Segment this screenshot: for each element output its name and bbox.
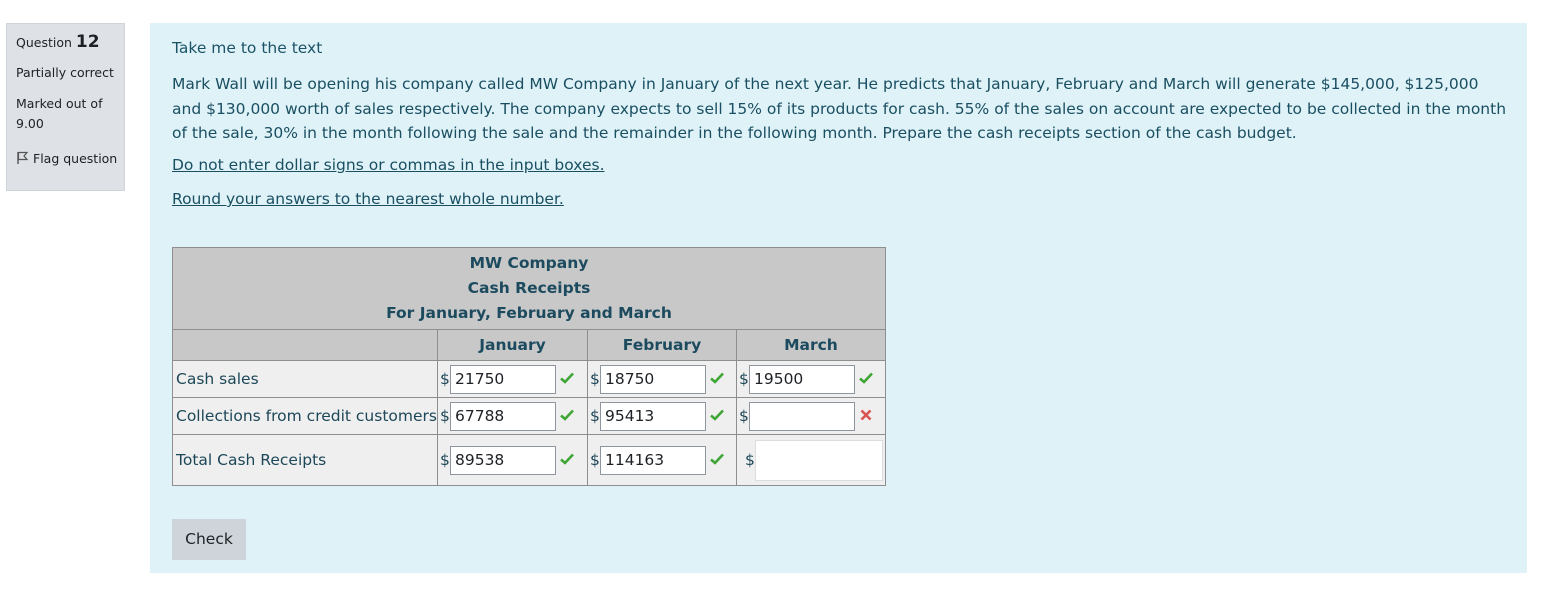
instruction-no-dollar-signs: Do not enter dollar signs or commas in t…: [172, 156, 605, 174]
correct-check-icon: [706, 451, 728, 469]
correct-check-icon: [706, 370, 728, 388]
cell-jan-collections: $67788: [436, 397, 588, 435]
row-label: Cash sales: [172, 360, 438, 398]
currency-symbol: $: [589, 370, 600, 388]
question-grade: Marked out of 9.00: [16, 96, 103, 131]
row-label: Total Cash Receipts: [172, 434, 438, 486]
question-label: Question: [16, 35, 72, 50]
correct-check-icon: [855, 370, 877, 388]
question-state: Partially correct: [16, 65, 114, 80]
column-header-march: March: [735, 329, 886, 361]
cell-jan-cash-sales: $21750: [436, 360, 588, 398]
currency-symbol: $: [738, 407, 749, 425]
mar-cash-sales-input[interactable]: 19500: [748, 364, 855, 394]
table-row-cash-sales: Cash sales $21750 $18750 $19500: [172, 360, 886, 398]
check-button[interactable]: Check: [172, 519, 246, 560]
flag-question-label: Flag question: [33, 151, 118, 166]
currency-symbol: $: [589, 451, 600, 469]
jan-cash-sales-input[interactable]: 21750: [449, 364, 556, 394]
table-header: MW Company Cash Receipts For January, Fe…: [172, 247, 886, 330]
table-title-company: MW Company: [469, 254, 589, 272]
cell-mar-total: $: [735, 434, 886, 486]
currency-symbol: $: [439, 451, 450, 469]
table-row-total: Total Cash Receipts $89538 $114163 $: [172, 434, 886, 486]
jan-collections-input[interactable]: 67788: [449, 401, 556, 431]
question-number: Question 12: [16, 32, 124, 52]
row-label: Collections from credit customers: [172, 397, 438, 435]
currency-symbol: $: [738, 370, 749, 388]
table-title-period: For January, February and March: [386, 304, 672, 322]
mar-total-input[interactable]: [754, 439, 883, 481]
cell-mar-cash-sales: $19500: [735, 360, 886, 398]
question-info-panel: Question 12 Partially correct Marked out…: [6, 23, 125, 191]
currency-symbol: $: [439, 370, 450, 388]
cash-receipts-table: MW Company Cash Receipts For January, Fe…: [172, 247, 886, 486]
take-me-to-text-link[interactable]: Take me to the text: [172, 39, 322, 57]
column-header-january: January: [436, 329, 588, 361]
question-number-value: 12: [75, 32, 100, 52]
instruction-round: Round your answers to the nearest whole …: [172, 190, 564, 208]
table-title-report: Cash Receipts: [467, 279, 591, 297]
header-blank: [172, 329, 438, 361]
cell-feb-collections: $95413: [586, 397, 737, 435]
question-text: Mark Wall will be opening his company ca…: [172, 75, 1507, 142]
correct-check-icon: [556, 451, 578, 469]
question-content: Take me to the text Mark Wall will be op…: [150, 23, 1527, 573]
currency-symbol: $: [744, 451, 755, 469]
cell-mar-collections: $: [735, 397, 886, 435]
currency-symbol: $: [589, 407, 600, 425]
correct-check-icon: [706, 407, 728, 425]
cell-feb-cash-sales: $18750: [586, 360, 737, 398]
feb-total-input[interactable]: 114163: [599, 445, 706, 475]
incorrect-cross-icon: [855, 407, 877, 425]
feb-cash-sales-input[interactable]: 18750: [599, 364, 706, 394]
feb-collections-input[interactable]: 95413: [599, 401, 706, 431]
currency-symbol: $: [439, 407, 450, 425]
column-header-february: February: [586, 329, 737, 361]
cell-jan-total: $89538: [436, 434, 588, 486]
correct-check-icon: [556, 407, 578, 425]
table-row-collections: Collections from credit customers $67788…: [172, 397, 886, 435]
mar-collections-input[interactable]: [748, 401, 855, 431]
flag-icon: [16, 151, 33, 166]
correct-check-icon: [556, 370, 578, 388]
flag-question-link[interactable]: Flag question: [16, 148, 124, 169]
cell-feb-total: $114163: [586, 434, 737, 486]
jan-total-input[interactable]: 89538: [449, 445, 556, 475]
